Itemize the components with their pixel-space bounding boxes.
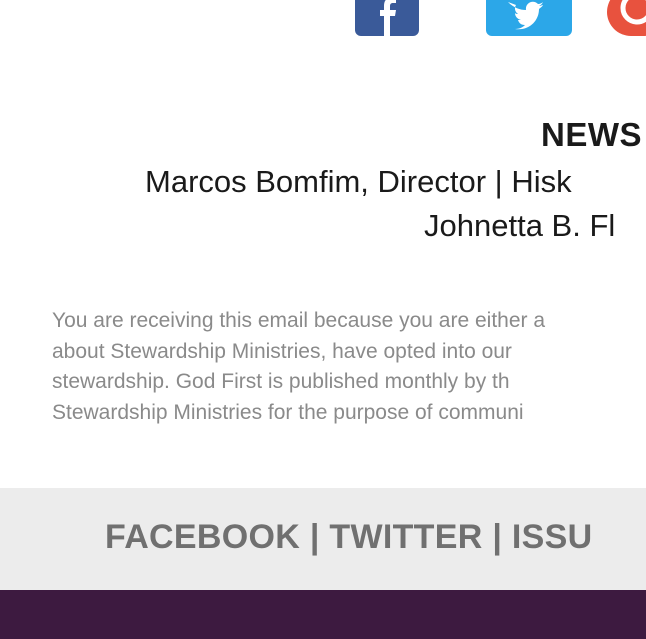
footer-separator: | (309, 518, 320, 556)
credit-line-editor: Johnetta B. Fl (424, 208, 616, 243)
footer-separator: | (492, 518, 503, 556)
disclaimer-line: Stewardship Ministries for the purpose o… (52, 400, 524, 424)
disclaimer-line: You are receiving this email because you… (52, 309, 546, 332)
footer-link-issuu[interactable]: ISSU (512, 518, 593, 556)
bottom-bar (0, 590, 646, 639)
footer-links-bar: FACEBOOK | TWITTER | ISSU (0, 488, 646, 590)
footer-link-twitter[interactable]: TWITTER (329, 518, 482, 556)
facebook-icon[interactable] (355, 0, 419, 36)
newsletter-title: NEWS (541, 116, 642, 153)
footer-links: FACEBOOK | TWITTER | ISSU (105, 518, 592, 557)
pinterest-icon[interactable] (607, 0, 646, 36)
disclaimer-line: about Stewardship Ministries, have opted… (52, 339, 512, 363)
social-icons-row (355, 0, 646, 36)
credit-line-directors: Marcos Bomfim, Director | Hisk (145, 164, 572, 199)
twitter-icon[interactable] (486, 0, 572, 36)
disclaimer-line: stewardship. God First is published mont… (52, 370, 510, 393)
email-disclaimer: You are receiving this email because you… (52, 306, 646, 428)
footer-link-facebook[interactable]: FACEBOOK (105, 518, 300, 556)
